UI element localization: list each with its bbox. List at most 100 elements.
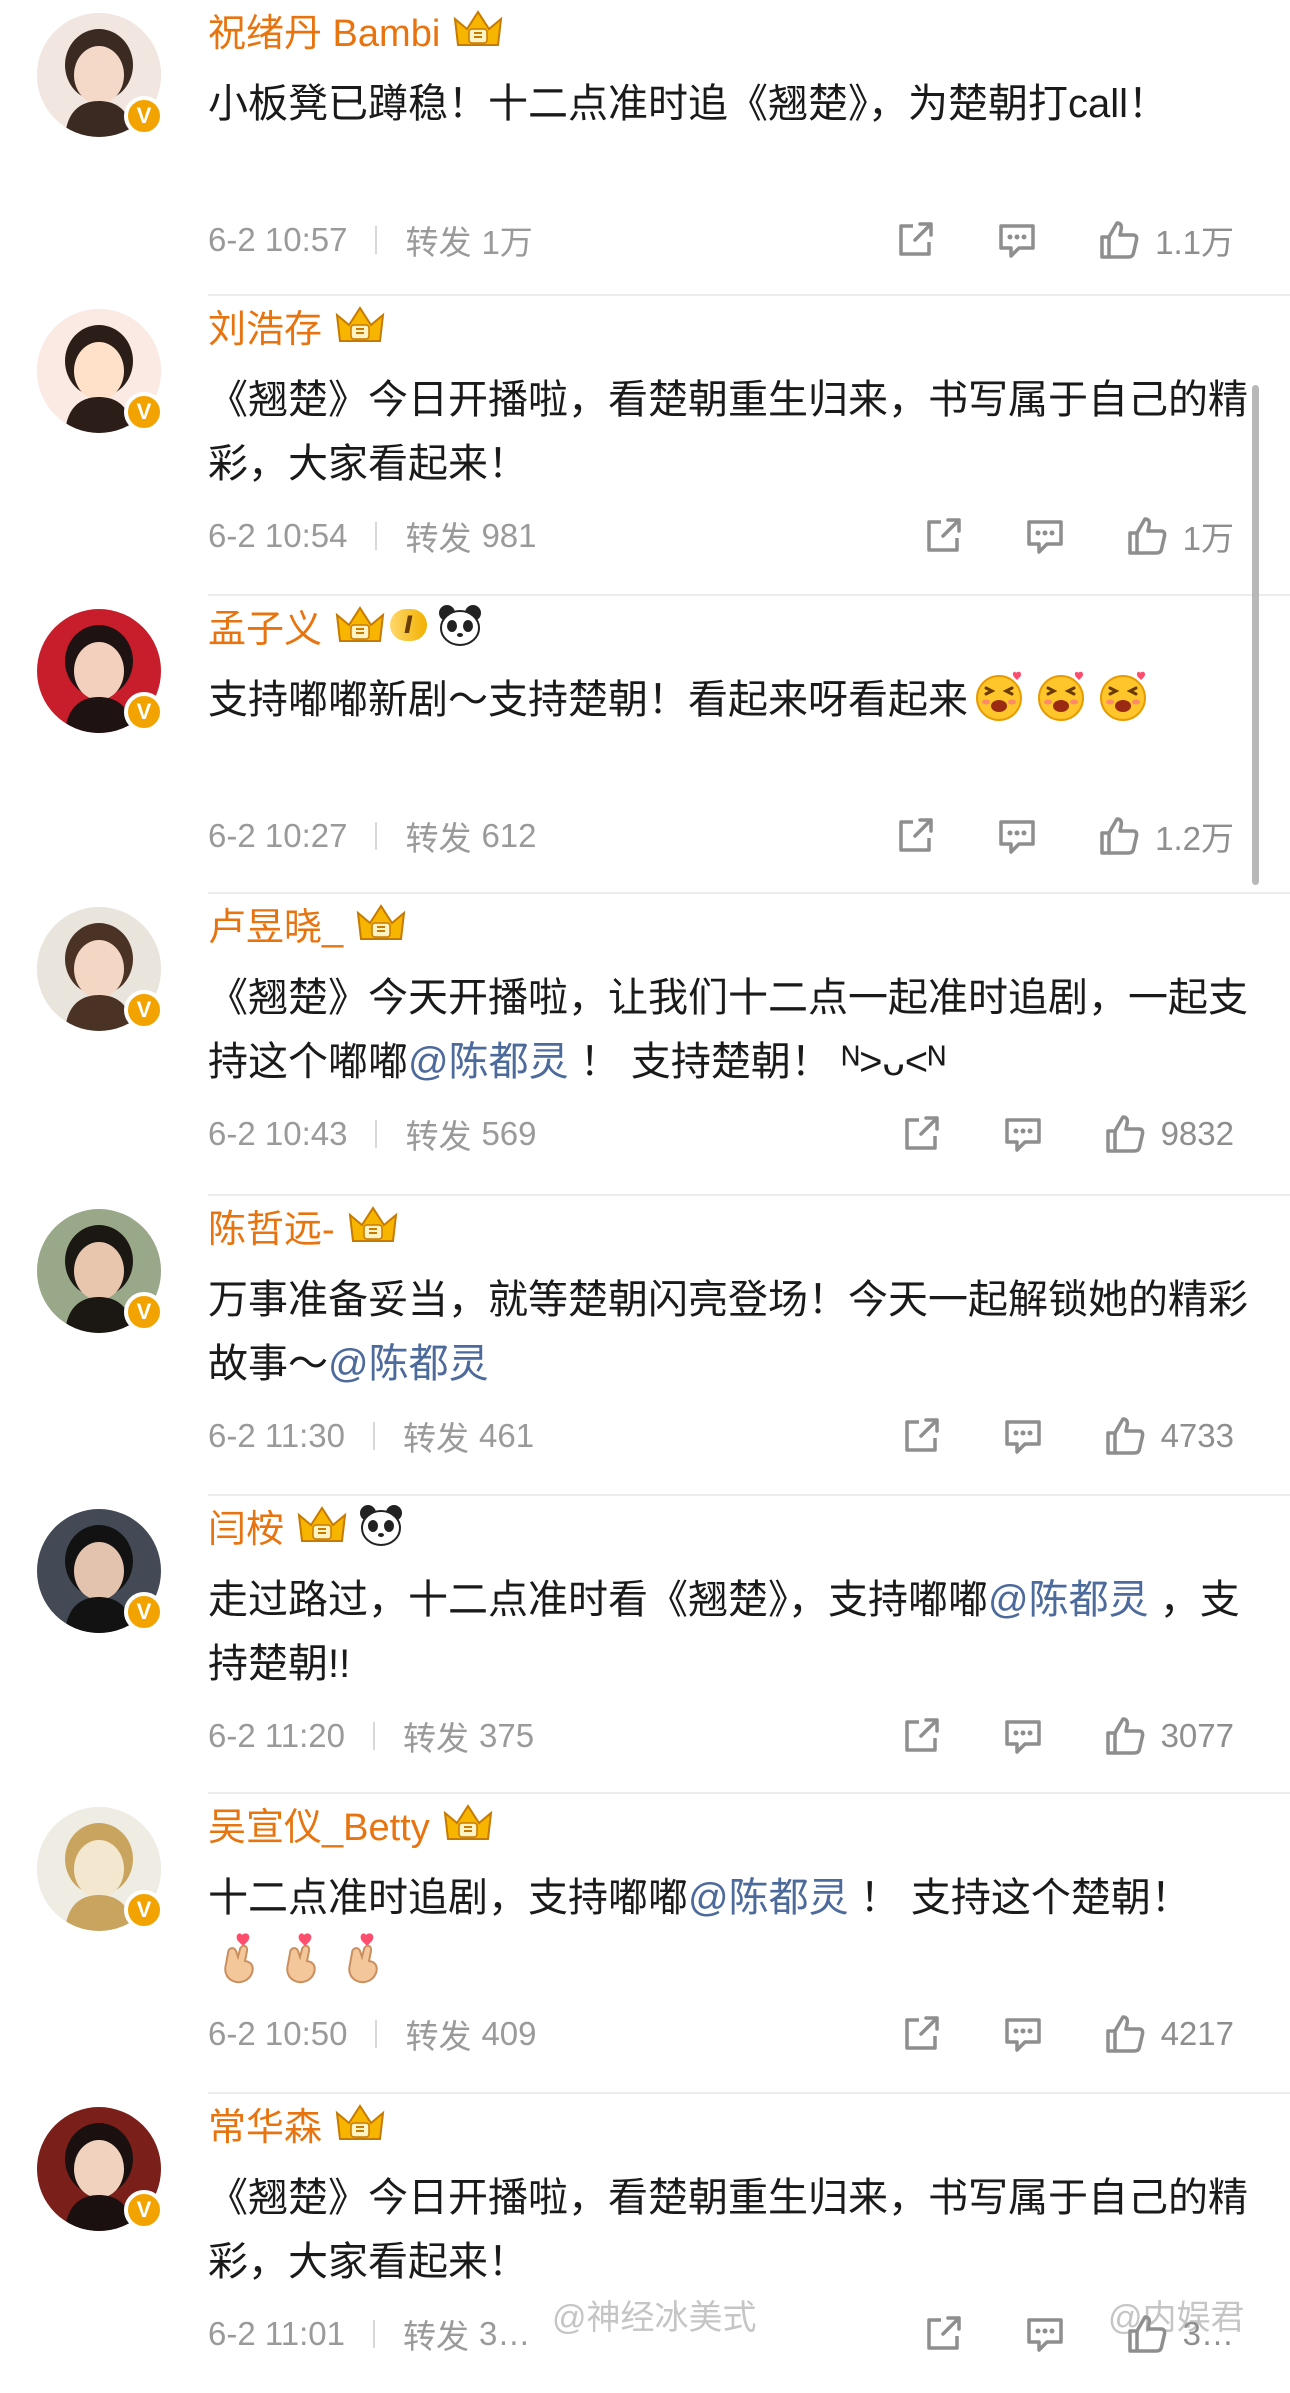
username[interactable]: 陈哲远- — [208, 1198, 335, 1253]
share-icon[interactable] — [893, 814, 937, 858]
repost-label: 转发 — [405, 2018, 472, 2055]
username[interactable]: 卢昱晓_ — [208, 896, 343, 951]
mention-link[interactable]: @陈都灵 — [408, 1040, 569, 1084]
share-icon[interactable] — [899, 1112, 943, 1156]
like-count[interactable]: 1万 — [1183, 512, 1234, 560]
username[interactable]: 吴宣仪_Betty — [208, 1796, 430, 1851]
comment-text: 小板凳已蹲稳！十二点准时追《翘楚》，为楚朝打call！ — [208, 72, 1248, 136]
share-icon[interactable] — [899, 1414, 943, 1458]
username[interactable]: 孟子义 — [208, 598, 322, 653]
repost-label: 转发 — [405, 520, 472, 557]
like-icon[interactable] — [1125, 514, 1169, 558]
meta-divider — [375, 1120, 378, 1148]
like-count[interactable]: 3077 — [1161, 1717, 1234, 1755]
like-icon[interactable] — [1103, 1414, 1147, 1458]
reply-icon[interactable] — [995, 218, 1039, 262]
comment-item: V 陈哲远- 万事准备妥当，就等楚朝闪亮登场！今天一起解锁她的精彩故事～@陈都灵 6-… — [0, 1196, 1290, 1496]
reply-icon[interactable] — [995, 814, 1039, 858]
username-row: 闫桉 — [208, 1496, 404, 1554]
share-icon[interactable] — [893, 218, 937, 262]
mention-link[interactable]: @陈都灵 — [988, 1578, 1149, 1622]
comment-meta: 6-2 11:20 转发 375 — [208, 1712, 534, 1760]
like-icon[interactable] — [1097, 218, 1141, 262]
like-count[interactable]: 1.2万 — [1155, 812, 1234, 860]
reply-icon[interactable] — [1001, 1112, 1045, 1156]
meta-divider — [373, 1722, 375, 1750]
share-icon[interactable] — [899, 2012, 943, 2056]
reply-icon[interactable] — [1001, 1414, 1045, 1458]
username-row: 常华森 — [208, 2094, 386, 2152]
verified-badge-icon: V — [124, 1292, 164, 1332]
timestamp: 6-2 10:27 — [208, 817, 348, 854]
share-icon[interactable] — [921, 514, 965, 558]
meta-divider — [375, 822, 378, 850]
mention-link[interactable]: @陈都灵 — [328, 1342, 489, 1386]
share-icon[interactable] — [921, 2312, 965, 2356]
username[interactable]: 常华森 — [208, 2096, 322, 2151]
comment-text: 《翘楚》今天开播啦，让我们十二点一起准时追剧，一起支持这个嘟嘟@陈都灵 ！ 支持… — [208, 966, 1248, 1094]
verified-badge-icon: V — [124, 2190, 164, 2230]
comment-actions: 1万 — [921, 512, 1234, 560]
repost-count: 569 — [481, 1115, 537, 1152]
comment-text-segment: 《翘楚》今日开播啦，看楚朝重生归来，书写属于自己的精彩，大家看起来！ — [208, 2176, 1248, 2284]
timestamp: 6-2 11:20 — [208, 1717, 345, 1754]
meta-divider — [373, 2320, 375, 2348]
repost-label: 转发 — [405, 1118, 472, 1155]
comment-text: 《翘楚》今日开播啦，看楚朝重生归来，书写属于自己的精彩，大家看起来！ — [208, 2166, 1248, 2294]
excited-emoji-icon — [1034, 669, 1088, 723]
username-row: 刘浩存 — [208, 296, 386, 354]
comment-meta: 6-2 11:01 转发 3… — [208, 2310, 530, 2358]
share-icon[interactable] — [899, 1714, 943, 1758]
comment-text-segment: 走过路过，十二点准时看《翘楚》，支持嘟嘟 — [208, 1578, 988, 1622]
excited-emoji-icon — [972, 669, 1026, 723]
watermark-2: @内娱君 — [1108, 2299, 1245, 2337]
comment-text-segment: 小板凳已蹲稳！十二点准时追《翘楚》，为楚朝打call！ — [208, 82, 1169, 126]
timestamp: 6-2 11:01 — [208, 2315, 345, 2352]
username-row: 卢昱晓_ — [208, 894, 407, 952]
mention-link[interactable]: @陈都灵 — [688, 1876, 849, 1920]
like-count[interactable]: 4733 — [1161, 1417, 1234, 1455]
verified-badge-icon: V — [124, 692, 164, 732]
comment-item: V 闫桉 走过路过，十二点准时看《翘楚》，支持嘟嘟@陈都灵 ，支持楚朝!! 6-2 1… — [0, 1496, 1290, 1794]
meta-divider — [373, 1422, 375, 1450]
like-icon[interactable] — [1097, 814, 1141, 858]
like-count[interactable]: 1.1万 — [1155, 216, 1234, 264]
like-count[interactable]: 9832 — [1161, 1115, 1234, 1153]
watermark-1: @神经冰美式 — [552, 2299, 757, 2337]
comment-text-segment: ！ 支持这个楚朝！ — [848, 1876, 1191, 1920]
username[interactable]: 祝绪丹 Bambi — [208, 2, 440, 57]
username-row: 陈哲远- — [208, 1196, 399, 1254]
timestamp: 6-2 10:50 — [208, 2015, 348, 2052]
finger-heart-emoji-icon — [274, 1931, 328, 1985]
comment-text: 万事准备妥当，就等楚朝闪亮登场！今天一起解锁她的精彩故事～@陈都灵 — [208, 1268, 1248, 1396]
timestamp: 6-2 10:54 — [208, 517, 348, 554]
reply-icon[interactable] — [1023, 2312, 1067, 2356]
comment-item: V 孟子义 I 支持嘟嘟新剧～支持楚朝！看起来呀看起来 6-2 10:27 转发 612 1.… — [0, 596, 1290, 894]
username[interactable]: 刘浩存 — [208, 298, 322, 353]
comment-text: 走过路过，十二点准时看《翘楚》，支持嘟嘟@陈都灵 ，支持楚朝!! — [208, 1568, 1248, 1696]
comment-text: 十二点准时追剧，支持嘟嘟@陈都灵 ！ 支持这个楚朝！ — [208, 1866, 1248, 1994]
comment-text: 支持嘟嘟新剧～支持楚朝！看起来呀看起来 — [208, 668, 1248, 732]
panda-icon — [358, 1503, 404, 1547]
reply-icon[interactable] — [1023, 514, 1067, 558]
comment-item: V 卢昱晓_ 《翘楚》今天开播啦，让我们十二点一起准时追剧，一起支持这个嘟嘟@陈都灵… — [0, 894, 1290, 1196]
crown-badge-icon — [347, 1203, 399, 1247]
finger-heart-emoji-icon — [336, 1931, 390, 1985]
comment-item: V 祝绪丹 Bambi 小板凳已蹲稳！十二点准时追《翘楚》，为楚朝打call！ 6-2… — [0, 0, 1290, 296]
like-icon[interactable] — [1103, 1112, 1147, 1156]
comment-meta: 6-2 10:27 转发 612 — [208, 812, 537, 860]
like-count[interactable]: 4217 — [1161, 2015, 1234, 2053]
reply-icon[interactable] — [1001, 2012, 1045, 2056]
repost-label: 转发 — [405, 224, 472, 261]
comment-meta: 6-2 10:50 转发 409 — [208, 2010, 537, 2058]
like-icon[interactable] — [1103, 1714, 1147, 1758]
meta-divider — [375, 2020, 378, 2048]
reply-icon[interactable] — [1001, 1714, 1045, 1758]
scrollbar[interactable] — [1252, 385, 1259, 885]
repost-count: 3… — [479, 2315, 531, 2352]
comment-text: 《翘楚》今日开播啦，看楚朝重生归来，书写属于自己的精彩，大家看起来！ — [208, 368, 1248, 496]
crown-badge-icon — [296, 1503, 348, 1547]
like-icon[interactable] — [1103, 2012, 1147, 2056]
username-row: 祝绪丹 Bambi — [208, 0, 504, 58]
username[interactable]: 闫桉 — [208, 1498, 284, 1553]
